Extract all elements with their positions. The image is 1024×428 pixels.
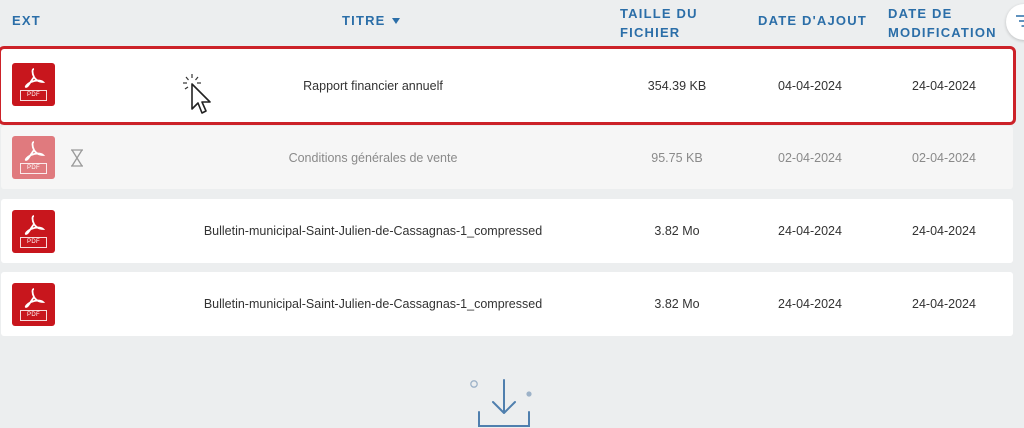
file-date-modified: 24-04-2024 [912, 224, 976, 238]
pdf-label: PDF [20, 163, 47, 174]
caret-down-icon [391, 17, 400, 24]
file-title[interactable]: Conditions générales de vente [171, 126, 575, 189]
file-row[interactable]: PDF Bulletin-municipal-Saint-Julien-de-C… [1, 199, 1013, 263]
file-date-modified: 02-04-2024 [912, 150, 976, 165]
pdf-file-icon: PDF [12, 210, 55, 253]
file-size: 3.82 Mo [654, 224, 700, 238]
file-date-added: 24-04-2024 [778, 224, 842, 238]
pdf-label: PDF [20, 310, 47, 321]
pdf-file-icon: PDF [12, 283, 55, 326]
column-header-date-ajout[interactable]: DATE D'AJOUT [758, 11, 867, 30]
column-header-ext[interactable]: EXT [12, 11, 41, 30]
column-header-titre-label: TITRE [342, 13, 386, 28]
pdf-label: PDF [20, 90, 47, 101]
column-header-taille-line2: FICHIER [620, 25, 681, 40]
file-row[interactable]: PDF Conditions générales de vente 95.75 … [1, 126, 1013, 189]
file-row[interactable]: PDF Bulletin-municipal-Saint-Julien-de-C… [1, 272, 1013, 336]
filter-icon [1016, 15, 1024, 27]
file-date-added: 24-04-2024 [778, 297, 842, 311]
file-size: 3.82 Mo [654, 297, 700, 311]
file-title[interactable]: Bulletin-municipal-Saint-Julien-de-Cassa… [171, 199, 575, 263]
file-date-added: 02-04-2024 [778, 150, 842, 165]
table-header: EXT TITRE TAILLE DU FICHIER DATE D'AJOUT… [0, 0, 1024, 44]
file-size: 95.75 KB [651, 150, 703, 165]
file-date-modified: 24-04-2024 [912, 78, 976, 93]
pdf-file-icon: PDF [12, 136, 55, 179]
download-icon[interactable] [466, 374, 546, 428]
column-header-modif-line2: MODIFICATION [888, 25, 997, 40]
hourglass-icon [71, 149, 83, 167]
mouse-pointer-icon [183, 74, 211, 114]
column-header-titre[interactable]: TITRE [342, 11, 400, 30]
column-header-date-modification[interactable]: DATE DE MODIFICATION [888, 4, 1008, 42]
file-size: 354.39 KB [647, 78, 707, 93]
pdf-file-icon: PDF [12, 63, 55, 106]
column-header-modif-line1: DATE DE [888, 6, 953, 21]
file-date-modified: 24-04-2024 [912, 297, 976, 311]
file-title[interactable]: Bulletin-municipal-Saint-Julien-de-Cassa… [171, 272, 575, 336]
file-row[interactable]: PDF Rapport financier annuelf 354.39 KB … [0, 46, 1016, 125]
file-title[interactable]: Rapport financier annuelf [171, 49, 575, 122]
column-header-taille[interactable]: TAILLE DU FICHIER [620, 4, 730, 42]
file-date-added: 04-04-2024 [778, 78, 842, 93]
column-header-taille-line1: TAILLE DU [620, 6, 698, 21]
pdf-label: PDF [20, 237, 47, 248]
